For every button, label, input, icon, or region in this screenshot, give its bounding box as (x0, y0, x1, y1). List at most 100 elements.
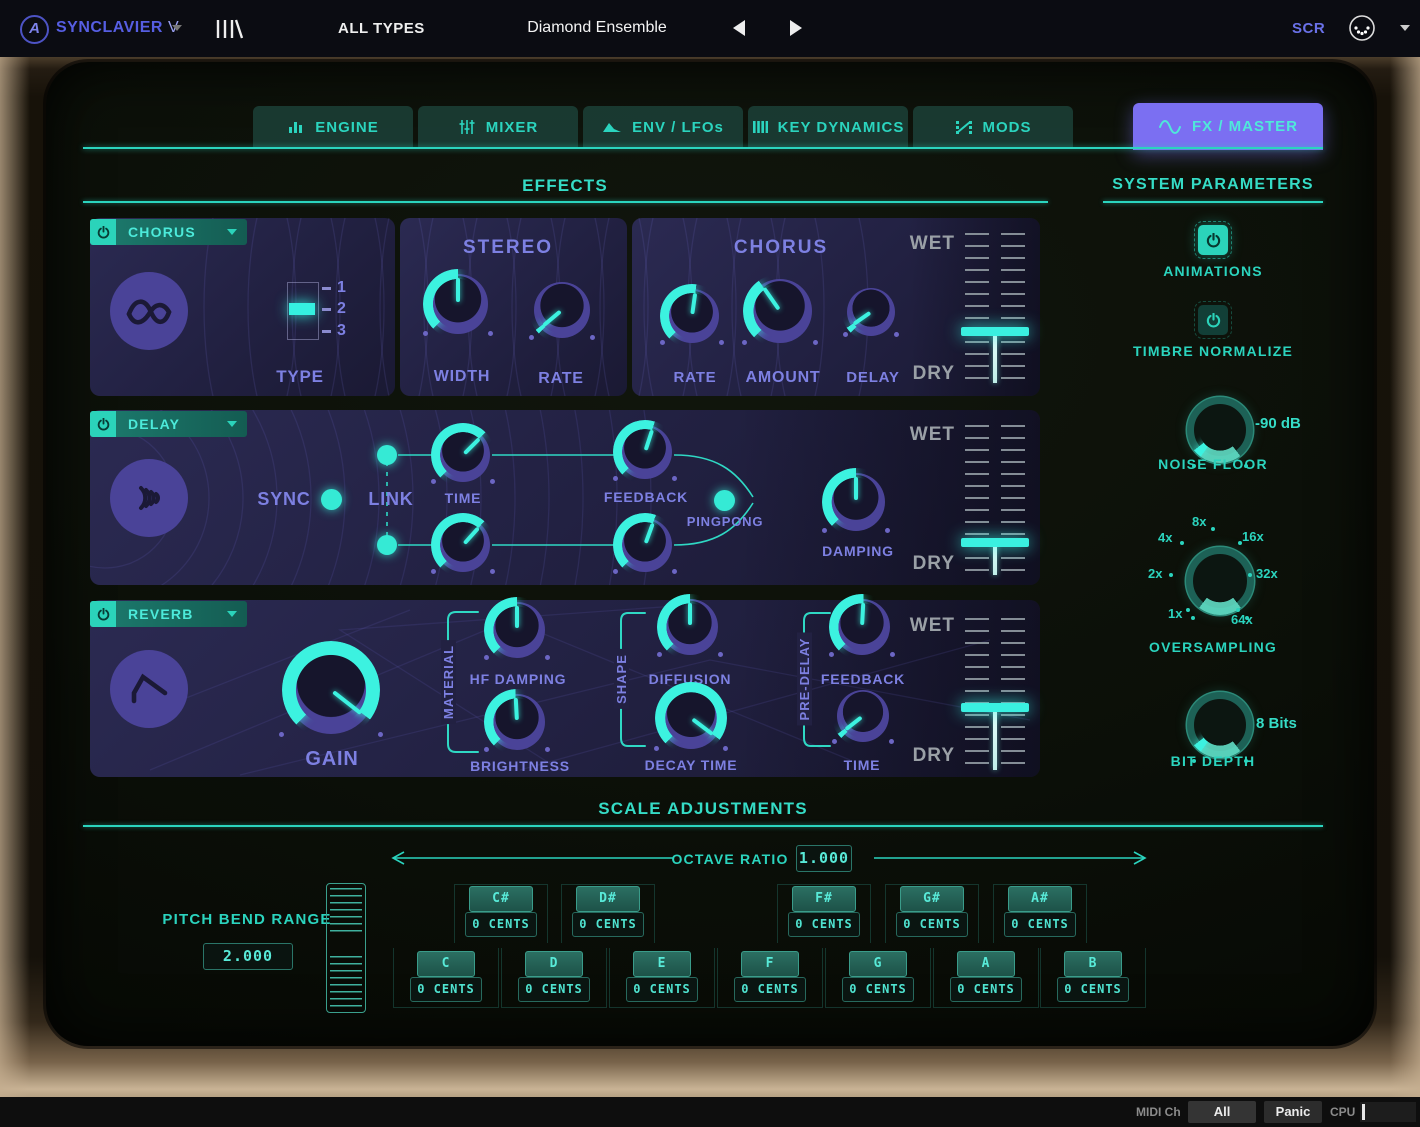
key-g[interactable]: G (849, 951, 907, 977)
delay-feedback-left-knob[interactable] (618, 425, 672, 479)
chorus-wet-dry-fader[interactable] (965, 233, 1025, 383)
cents-c[interactable]: 0 CENTS (410, 977, 482, 1002)
chorus-delay-knob[interactable] (847, 288, 895, 336)
preset-next-button[interactable] (790, 20, 802, 36)
cents-a[interactable]: 0 CENTS (950, 977, 1022, 1002)
reverb-decay-time-knob[interactable] (660, 687, 722, 749)
delay-feedback-right-knob[interactable] (618, 518, 672, 572)
oversampling-knob[interactable] (1186, 547, 1254, 615)
key-d[interactable]: D (525, 951, 583, 977)
pitch-bend-wheel[interactable] (326, 883, 366, 1013)
key-csharp[interactable]: C# (469, 886, 533, 912)
reverb-header[interactable]: REVERB (90, 601, 247, 627)
chorus-header[interactable]: CHORUS (90, 219, 247, 245)
cents-b[interactable]: 0 CENTS (1057, 977, 1129, 1002)
fader-ticks-right (1001, 425, 1025, 575)
chorus-rate-knob[interactable] (665, 289, 719, 343)
cents-dsharp[interactable]: 0 CENTS (572, 912, 644, 937)
midi-din-icon[interactable] (1348, 14, 1376, 42)
oversampling-option-8x[interactable]: 8x (1192, 514, 1206, 529)
oversampling-option-16x[interactable]: 16x (1242, 529, 1264, 544)
key-f[interactable]: F (741, 951, 799, 977)
arturia-logo-icon[interactable]: A (20, 15, 49, 44)
delay-damping-knob[interactable] (827, 473, 885, 531)
key-b[interactable]: B (1064, 951, 1122, 977)
delay-power-button[interactable] (90, 411, 116, 437)
reverb-gain-knob[interactable] (287, 646, 375, 734)
all-types-filter[interactable]: ALL TYPES (338, 20, 425, 37)
panic-button[interactable]: Panic (1264, 1101, 1322, 1123)
noise-floor-knob[interactable] (1187, 397, 1253, 463)
cents-csharp[interactable]: 0 CENTS (465, 912, 537, 937)
chorus-amount-knob[interactable] (748, 279, 812, 343)
key-a[interactable]: A (957, 951, 1015, 977)
midi-channel-button[interactable]: All (1188, 1101, 1256, 1123)
preset-name[interactable]: Diamond Ensemble (527, 19, 667, 37)
type-option-2[interactable]: 2 (337, 300, 346, 318)
fader-handle[interactable] (961, 327, 1029, 336)
delay-time-left-knob[interactable] (436, 428, 490, 482)
type-option-1[interactable]: 1 (337, 279, 346, 297)
tab-fx-master[interactable]: FX / MASTER (1133, 103, 1323, 150)
library-icon[interactable] (214, 17, 244, 41)
key-e[interactable]: E (633, 951, 691, 977)
stereo-width-knob[interactable] (428, 274, 488, 334)
delay-header[interactable]: DELAY (90, 411, 247, 437)
stereo-title: STEREO (463, 237, 553, 259)
cents-g[interactable]: 0 CENTS (842, 977, 914, 1002)
key-c[interactable]: C (417, 951, 475, 977)
timbre-normalize-power-button[interactable] (1198, 305, 1228, 335)
delay-sync-toggle[interactable] (321, 489, 342, 510)
tab-mods[interactable]: MODS (913, 106, 1073, 148)
tab-env-lfos[interactable]: ENV / LFOs (583, 106, 743, 148)
oversampling-option-2x[interactable]: 2x (1148, 566, 1162, 581)
reverb-hf-damping-knob[interactable] (489, 602, 545, 658)
octave-ratio-value[interactable]: 1.000 (796, 845, 852, 872)
oversampling-option-4x[interactable]: 4x (1158, 530, 1172, 545)
tab-engine[interactable]: ENGINE (253, 106, 413, 148)
cents-gsharp[interactable]: 0 CENTS (896, 912, 968, 937)
key-asharp[interactable]: A# (1008, 886, 1072, 912)
fader-handle[interactable] (961, 538, 1029, 547)
delay-select-caret-icon[interactable] (227, 421, 237, 427)
tab-mixer[interactable]: MIXER (418, 106, 578, 148)
reverb-brightness-knob[interactable] (489, 694, 545, 750)
scr-button[interactable]: SCR (1292, 20, 1325, 37)
reverb-power-button[interactable] (90, 601, 116, 627)
cents-e[interactable]: 0 CENTS (626, 977, 698, 1002)
fader-handle[interactable] (961, 703, 1029, 712)
reverb-time-knob[interactable] (837, 690, 889, 742)
stereo-rate-knob[interactable] (534, 282, 590, 338)
oversampling-option-32x[interactable]: 32x (1256, 566, 1278, 581)
oversampling-option-64x[interactable]: 64x (1231, 612, 1253, 627)
reverb-diffusion-knob[interactable] (662, 599, 718, 655)
type-option-3[interactable]: 3 (337, 322, 346, 340)
chorus-type-selected-bar[interactable] (289, 303, 315, 315)
preset-prev-button[interactable] (733, 20, 745, 36)
cents-d[interactable]: 0 CENTS (518, 977, 590, 1002)
key-gsharp[interactable]: G# (900, 886, 964, 912)
chorus-select-caret-icon[interactable] (227, 229, 237, 235)
tab-key-dynamics[interactable]: KEY DYNAMICS (748, 106, 908, 148)
animations-power-button[interactable] (1198, 225, 1228, 255)
chorus-power-button[interactable] (90, 219, 116, 245)
reverb-wet-dry-fader[interactable] (965, 618, 1025, 770)
delay-link-dot-bottom[interactable] (377, 535, 397, 555)
cents-asharp[interactable]: 0 CENTS (1004, 912, 1076, 937)
cents-fsharp[interactable]: 0 CENTS (788, 912, 860, 937)
delay-link-dot-top[interactable] (377, 445, 397, 465)
pitch-bend-range-value[interactable]: 2.000 (203, 943, 293, 970)
key-dsharp[interactable]: D# (576, 886, 640, 912)
fader-stem (993, 543, 997, 575)
reverb-feedback-knob[interactable] (834, 599, 890, 655)
oversampling-option-1x[interactable]: 1x (1168, 606, 1182, 621)
bit-depth-knob[interactable] (1187, 692, 1253, 758)
delay-pingpong-toggle[interactable] (714, 490, 735, 511)
delay-wet-dry-fader[interactable] (965, 425, 1025, 575)
topbar-dropdown-caret-icon[interactable] (1400, 25, 1410, 31)
app-menu-caret-icon[interactable] (172, 25, 182, 31)
reverb-select-caret-icon[interactable] (227, 611, 237, 617)
key-fsharp[interactable]: F# (792, 886, 856, 912)
delay-time-right-knob[interactable] (436, 518, 490, 572)
cents-f[interactable]: 0 CENTS (734, 977, 806, 1002)
